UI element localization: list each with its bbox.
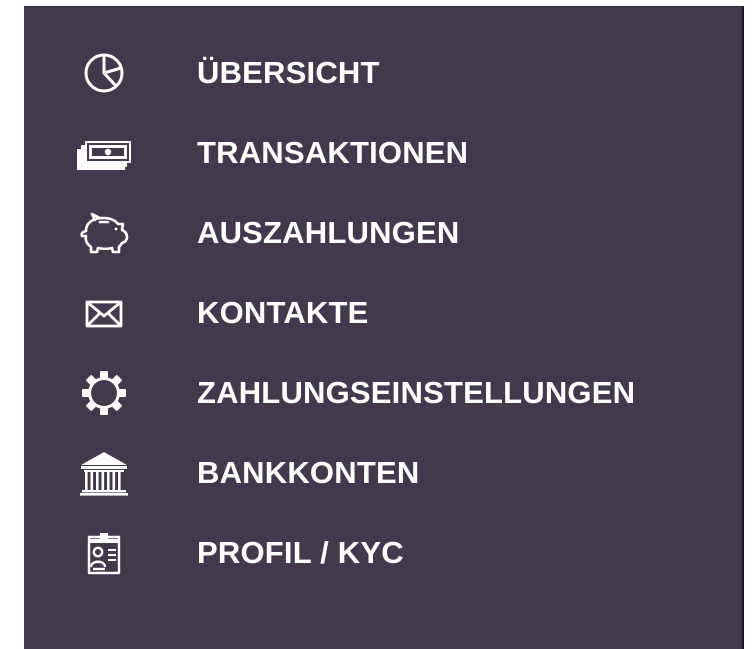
pie-chart-icon	[72, 49, 136, 97]
sidebar-item-transaktionen[interactable]: TRANSAKTIONEN	[24, 113, 742, 193]
sidebar-item-bankkonten[interactable]: BANKKONTEN	[24, 433, 742, 513]
app-frame: ÜBERSICHT TRANSAKTIONEN AUSZAHLUNGEN KON…	[0, 0, 752, 649]
money-stack-icon	[72, 129, 136, 177]
bank-building-icon	[72, 449, 136, 497]
sidebar-item-kontakte[interactable]: KONTAKTE	[24, 273, 742, 353]
sidebar-item-label: AUSZAHLUNGEN	[197, 215, 460, 250]
envelope-icon	[72, 289, 136, 337]
sidebar-item-label: KONTAKTE	[197, 295, 369, 330]
sidebar-item-uebersicht[interactable]: ÜBERSICHT	[24, 33, 742, 113]
sidebar-item-zahlungseinstellungen[interactable]: ZAHLUNGSEINSTELLUNGEN	[24, 353, 742, 433]
sidebar-item-profil-kyc[interactable]: PROFIL / KYC	[24, 513, 742, 593]
sidebar-item-label: TRANSAKTIONEN	[197, 135, 469, 170]
piggy-bank-icon	[72, 209, 136, 257]
sidebar-item-label: ÜBERSICHT	[197, 55, 380, 90]
id-card-icon	[72, 529, 136, 577]
gear-icon	[72, 369, 136, 417]
sidebar-nav: ÜBERSICHT TRANSAKTIONEN AUSZAHLUNGEN KON…	[24, 33, 742, 593]
sidebar-item-label: ZAHLUNGSEINSTELLUNGEN	[197, 375, 636, 410]
sidebar: ÜBERSICHT TRANSAKTIONEN AUSZAHLUNGEN KON…	[24, 6, 744, 649]
sidebar-item-label: BANKKONTEN	[197, 455, 420, 490]
sidebar-item-label: PROFIL / KYC	[197, 535, 404, 570]
sidebar-item-auszahlungen[interactable]: AUSZAHLUNGEN	[24, 193, 742, 273]
